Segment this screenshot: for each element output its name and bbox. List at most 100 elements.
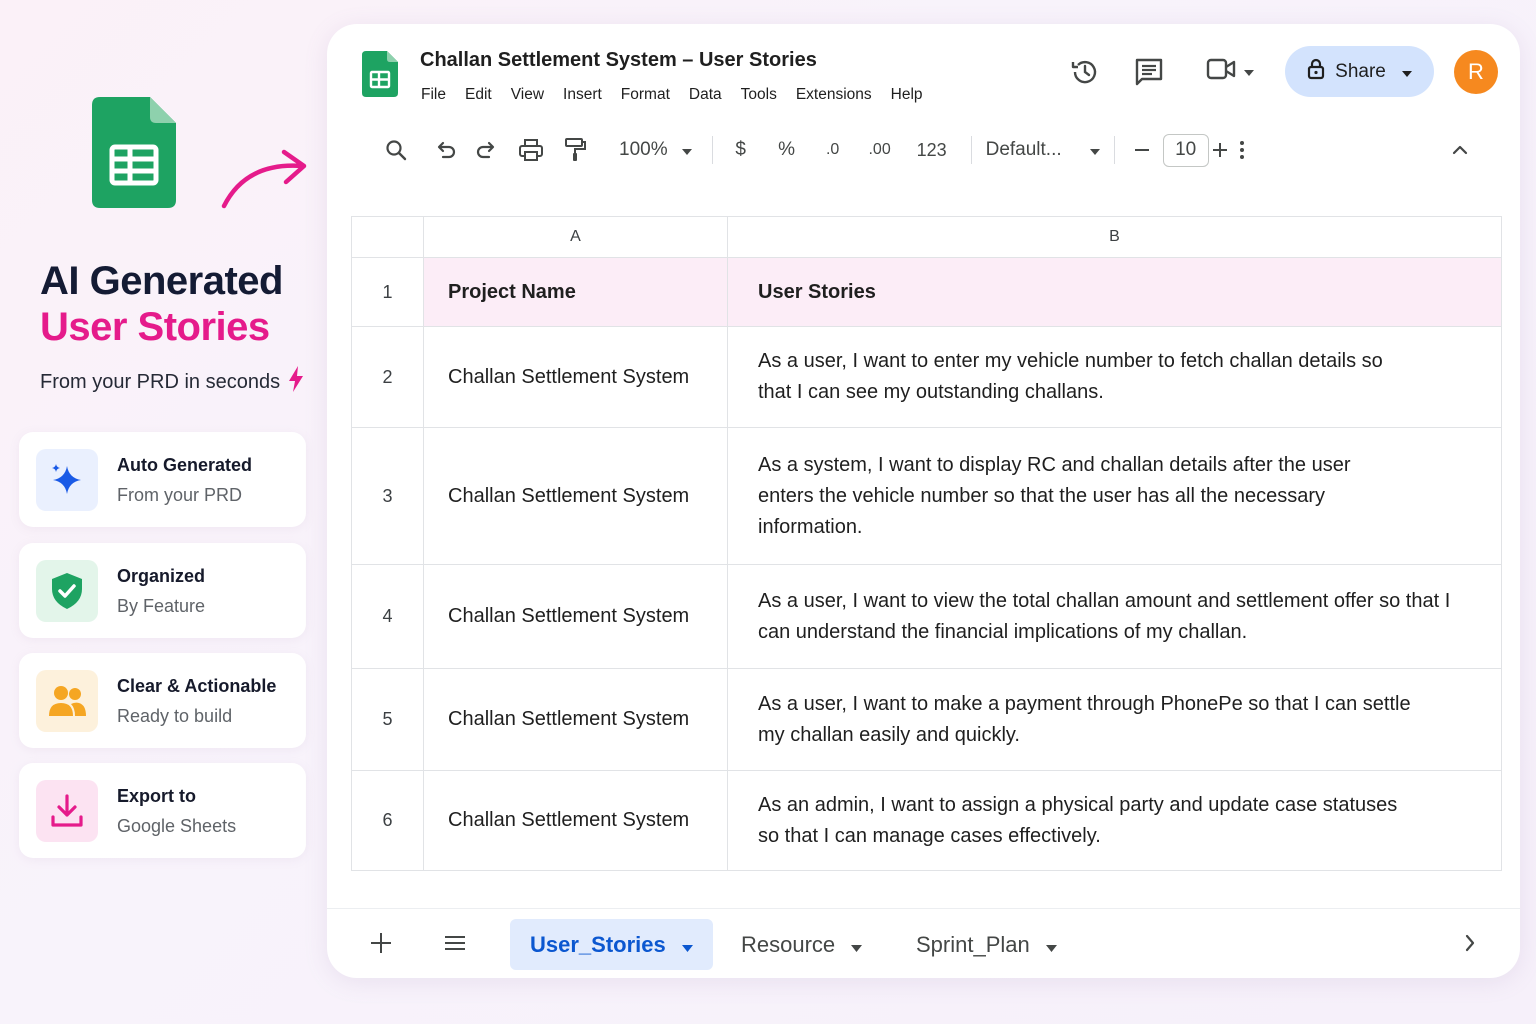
hero-subtitle: From your PRD in seconds (40, 366, 304, 398)
document-title[interactable]: Challan Settlement System – User Stories (420, 49, 817, 72)
more-formats-button[interactable]: 123 (907, 140, 957, 161)
tab-user-stories[interactable]: User_Stories (510, 919, 713, 970)
cell-b3[interactable]: As a system, I want to display RC and ch… (727, 427, 1502, 565)
toolbar-divider (1113, 136, 1115, 164)
hero-title: AI Generated User Stories (40, 258, 283, 350)
chevron-down-icon (1089, 139, 1100, 161)
font-size-input[interactable]: 10 (1162, 133, 1209, 167)
share-label: Share (1335, 60, 1386, 82)
more-options-icon[interactable] (1229, 141, 1255, 159)
video-camera-icon (1206, 57, 1236, 86)
spreadsheet-window: Challan Settlement System – User Stories… (327, 24, 1520, 978)
cell-a1[interactable]: Project Name (423, 257, 728, 327)
table-row: 3 Challan Settlement System As a system,… (351, 427, 1502, 565)
toolbar-divider (970, 136, 972, 164)
currency-format-button[interactable]: $ (727, 139, 755, 161)
share-button[interactable]: Share (1285, 46, 1434, 97)
hero-title-line2: User Stories (40, 305, 270, 349)
menu-insert[interactable]: Insert (563, 86, 602, 104)
curved-arrow-icon (218, 140, 313, 215)
column-header-b[interactable]: B (727, 216, 1502, 258)
user-avatar[interactable]: R (1454, 49, 1498, 94)
cell-b4[interactable]: As a user, I want to view the total chal… (727, 564, 1502, 669)
tab-label: Sprint_Plan (916, 931, 1030, 957)
cell-a3[interactable]: Challan Settlement System (423, 427, 728, 565)
row-number[interactable]: 1 (351, 257, 424, 327)
cell-a2[interactable]: Challan Settlement System (423, 326, 728, 428)
feature-title: Auto Generated (117, 454, 253, 475)
menu-help[interactable]: Help (891, 86, 923, 104)
cell-a5[interactable]: Challan Settlement System (423, 668, 728, 771)
cell-b2[interactable]: As a user, I want to enter my vehicle nu… (727, 326, 1502, 428)
toolbar-divider (711, 136, 713, 164)
shield-check-icon (36, 559, 98, 622)
row-number[interactable]: 6 (351, 770, 424, 871)
decrease-decimal-button[interactable]: .0 (813, 141, 853, 159)
increase-font-size-button[interactable] (1211, 143, 1229, 157)
feature-title: Clear & Actionable (117, 675, 277, 696)
redo-icon[interactable] (467, 141, 505, 159)
table-row: 6 Challan Settlement System As an admin,… (351, 770, 1502, 871)
cell-b6[interactable]: As an admin, I want to assign a physical… (727, 770, 1502, 871)
font-select[interactable]: Default... (986, 139, 1100, 161)
print-icon[interactable] (509, 139, 553, 161)
collapse-toolbar-icon[interactable] (1448, 140, 1472, 160)
row-number[interactable]: 4 (351, 564, 424, 669)
menu-data[interactable]: Data (689, 86, 722, 104)
table-row: 5 Challan Settlement System As a user, I… (351, 668, 1502, 771)
chevron-down-icon (851, 932, 863, 958)
zoom-select[interactable]: 100% (619, 139, 692, 161)
meet-button[interactable] (1203, 52, 1257, 92)
cell-b1[interactable]: User Stories (727, 257, 1502, 327)
feature-card-auto-generated: Auto Generated From your PRD (19, 432, 306, 527)
add-sheet-icon[interactable] (369, 931, 393, 960)
table-row: 2 Challan Settlement System As a user, I… (351, 326, 1502, 428)
increase-decimal-button[interactable]: .00 (857, 141, 903, 159)
percent-format-button[interactable]: % (769, 139, 805, 161)
row-number[interactable]: 5 (351, 668, 424, 771)
menu-file[interactable]: File (421, 86, 446, 104)
feature-card-organized: Organized By Feature (19, 543, 306, 638)
version-history-icon[interactable] (1065, 52, 1105, 92)
feature-subtitle: Ready to build (117, 705, 233, 726)
search-icon[interactable] (379, 139, 413, 161)
cell-b5[interactable]: As a user, I want to make a payment thro… (727, 668, 1502, 771)
increase-decimal-label: .00 (868, 141, 891, 158)
row-number[interactable]: 2 (351, 326, 424, 428)
chevron-right-icon[interactable] (1464, 933, 1476, 958)
cell-a4[interactable]: Challan Settlement System (423, 564, 728, 669)
menu-tools[interactable]: Tools (741, 86, 777, 104)
zoom-value: 100% (619, 139, 668, 160)
cell-a6[interactable]: Challan Settlement System (423, 770, 728, 871)
menu-extensions[interactable]: Extensions (796, 86, 872, 104)
paint-format-icon[interactable] (553, 138, 597, 162)
decrease-font-size-button[interactable] (1129, 148, 1155, 152)
all-sheets-icon[interactable] (443, 931, 467, 960)
feature-title: Organized (117, 565, 206, 586)
undo-icon[interactable] (425, 141, 467, 159)
top-actions: Share R (1065, 46, 1498, 97)
column-header-a[interactable]: A (423, 216, 728, 258)
decrease-decimal-label: .0 (825, 141, 840, 158)
download-icon (36, 779, 98, 842)
toolbar: 100% $ % .0 .00 123 Default... 10 (379, 132, 1255, 168)
tab-sprint-plan[interactable]: Sprint_Plan (896, 919, 1077, 970)
feature-card-export: Export to Google Sheets (19, 763, 306, 858)
select-all-corner[interactable] (351, 216, 424, 258)
menu-view[interactable]: View (511, 86, 544, 104)
menu-edit[interactable]: Edit (465, 86, 492, 104)
feature-card-clear-actionable: Clear & Actionable Ready to build (19, 653, 306, 748)
hero-subtitle-text: From your PRD in seconds (40, 370, 281, 393)
sparkle-icon (36, 448, 98, 511)
comments-icon[interactable] (1129, 52, 1169, 92)
feature-subtitle: From your PRD (117, 484, 243, 505)
menu-format[interactable]: Format (621, 86, 670, 104)
lightning-icon (288, 366, 304, 398)
row-number[interactable]: 3 (351, 427, 424, 565)
sheet-tab-bar: User_Stories Resource Sprint_Plan (327, 908, 1520, 978)
lock-icon (1307, 58, 1325, 86)
tab-resource[interactable]: Resource (721, 919, 882, 970)
sheets-doc-icon[interactable] (362, 51, 398, 97)
table-row: 4 Challan Settlement System As a user, I… (351, 564, 1502, 669)
menu-bar: File Edit View Insert Format Data Tools … (421, 86, 942, 104)
